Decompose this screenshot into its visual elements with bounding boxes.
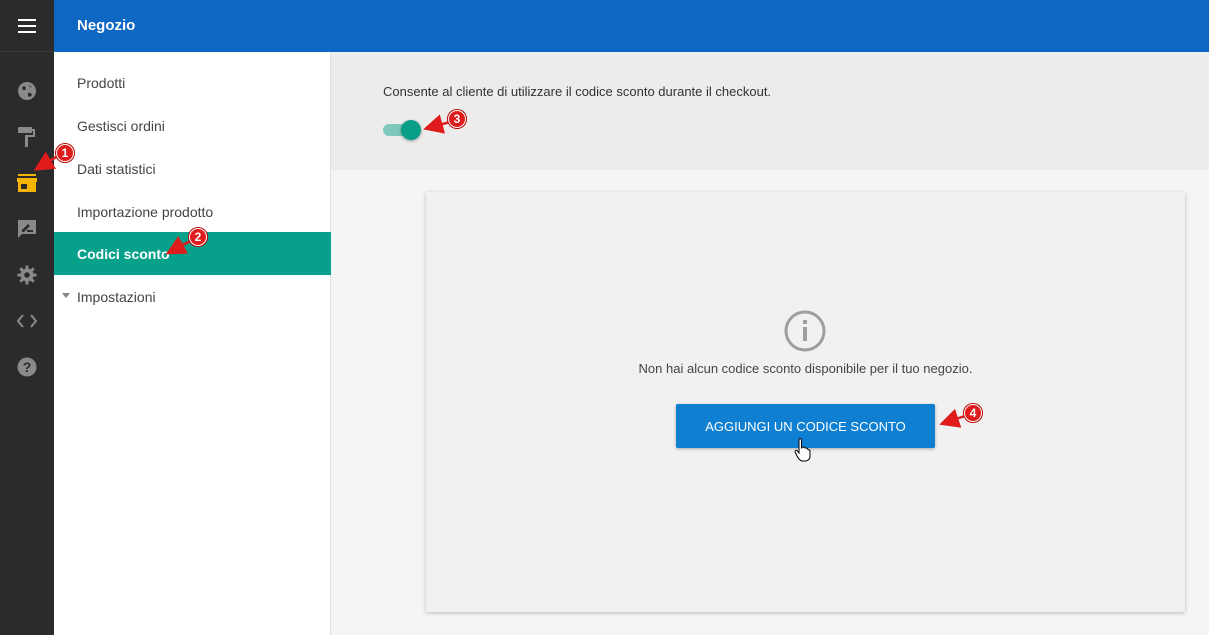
annotation-badge-3: 3 — [448, 110, 466, 128]
hand-cursor-icon — [794, 438, 811, 462]
annotation-badge-4: 4 — [964, 404, 982, 422]
annotation-badge-2: 2 — [189, 228, 207, 246]
annotation-arrows — [33, 114, 966, 428]
annotation-badge-1: 1 — [56, 144, 74, 162]
